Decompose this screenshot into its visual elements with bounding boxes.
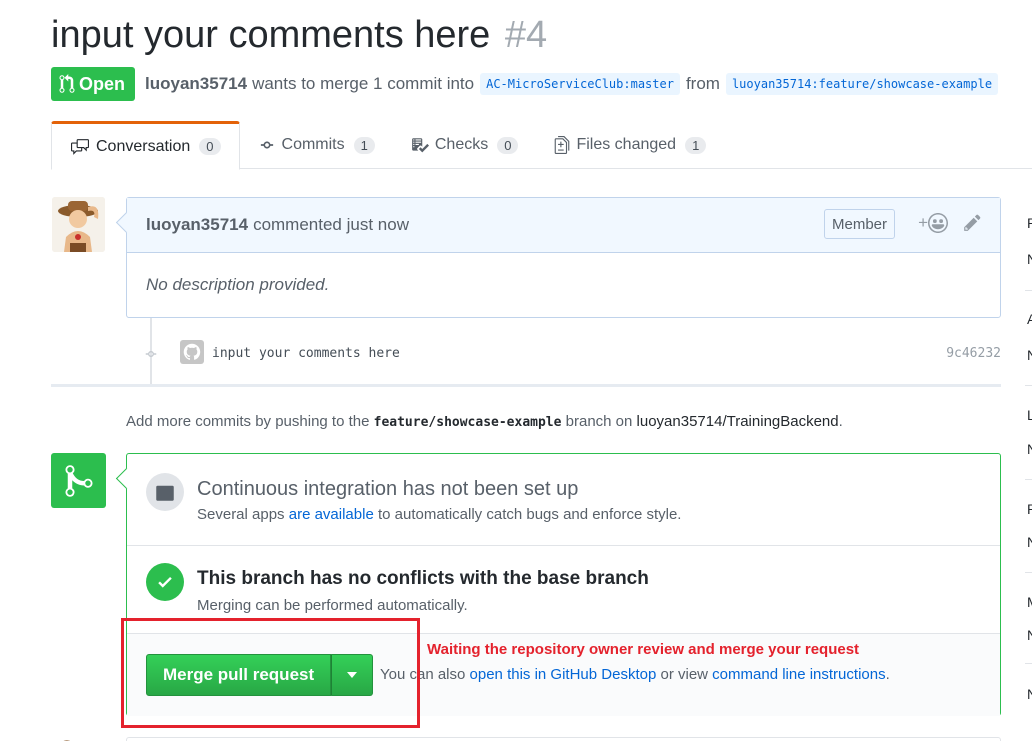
push-note-branch: feature/showcase-example — [373, 415, 562, 430]
member-badge: Member — [823, 209, 895, 239]
check-icon — [158, 576, 172, 588]
next-comment-box — [126, 737, 1001, 741]
sidebar-item: N — [1027, 534, 1032, 550]
head-branch-ref[interactable]: luoyan35714:feature/showcase-example — [725, 73, 999, 95]
base-branch-ref[interactable]: AC-MicroServiceClub:master — [480, 73, 680, 95]
tab-files-changed[interactable]: Files changed 1 — [536, 121, 724, 169]
check-badge — [146, 563, 184, 601]
tab-commits-count: 1 — [353, 136, 375, 154]
command-line-instructions-link[interactable]: command line instructions — [712, 666, 885, 683]
sidebar-item: N — [1027, 347, 1032, 363]
open-in-desktop-link[interactable]: open this in GitHub Desktop — [470, 666, 657, 683]
push-note-prefix: Add more commits by pushing to the — [126, 413, 370, 430]
commit-author-avatar[interactable] — [180, 340, 204, 364]
sidebar-item[interactable]: R — [1027, 215, 1032, 231]
sidebar-divider — [1025, 572, 1032, 573]
sidebar-divider — [1025, 385, 1032, 386]
smiley-icon — [928, 213, 948, 233]
tab-conversation[interactable]: Conversation 0 — [51, 121, 240, 170]
comment-author-link[interactable]: luoyan35714 — [146, 215, 248, 235]
edit-comment-button[interactable] — [963, 213, 982, 237]
sidebar-item[interactable]: M — [1027, 594, 1032, 610]
reaction-plus: + — [918, 213, 928, 232]
apps-available-link[interactable]: are available — [289, 506, 374, 523]
checklist-icon — [411, 138, 429, 153]
pr-tabs: Conversation 0 Commits 1 Checks 0 Files … — [51, 121, 1032, 170]
sidebar-item[interactable]: A — [1027, 311, 1032, 327]
pencil-icon — [964, 214, 981, 231]
tab-checks-count: 0 — [497, 136, 519, 154]
tab-conversation-label: Conversation — [96, 137, 191, 155]
push-note-suffix: . — [838, 413, 843, 430]
ci-badge — [146, 473, 184, 511]
sidebar-divider — [1025, 290, 1032, 291]
tab-conversation-count: 0 — [199, 138, 221, 155]
avatar — [52, 736, 105, 741]
pr-author-link[interactable]: luoyan35714 — [145, 74, 247, 94]
commit-dot-icon — [143, 347, 159, 365]
push-note: Add more commits by pushing to the featu… — [126, 413, 843, 430]
ci-subtitle: Several apps are available to automatica… — [197, 506, 681, 523]
git-pull-request-icon — [59, 74, 75, 93]
sidebar-item[interactable]: L — [1027, 407, 1032, 423]
tab-files-changed-count: 1 — [685, 136, 707, 154]
comment-action: commented just now — [253, 215, 409, 234]
tab-files-changed-label: Files changed — [576, 136, 677, 153]
conflicts-subtitle: Merging can be performed automatically. — [197, 597, 468, 614]
pr-number: #4 — [504, 14, 548, 56]
ci-section: Continuous integration has not been set … — [127, 454, 1000, 546]
add-reaction-button[interactable]: + — [918, 213, 948, 233]
from-text: from — [685, 74, 720, 93]
sidebar-item[interactable]: P — [1027, 501, 1032, 517]
sidebar-item: N — [1027, 251, 1032, 267]
tab-checks[interactable]: Checks 0 — [393, 121, 537, 169]
user-avatar-image — [52, 197, 105, 252]
sidebar-divider — [1025, 663, 1032, 664]
pr-meta: Open luoyan35714 wants to merge 1 commit… — [51, 67, 1004, 101]
merge-alternatives: You can also open this in GitHub Desktop… — [380, 666, 890, 683]
git-merge-icon — [51, 453, 106, 508]
ci-title: Continuous integration has not been set … — [197, 478, 579, 500]
merge-text: wants to merge 1 commit into — [252, 74, 475, 93]
comment-header: luoyan35714 commented just now Member + — [127, 198, 1000, 253]
annotation-text: Waiting the repository owner review and … — [427, 641, 860, 658]
sidebar-divider — [1025, 479, 1032, 480]
pr-sidebar: R N A N L N P N M N N — [1025, 205, 1032, 741]
pr-title-text: input your comments here — [51, 14, 491, 56]
push-note-middle: branch on — [565, 413, 633, 430]
ci-server-icon — [156, 485, 174, 501]
ci-sub-suffix: to automatically catch bugs and enforce … — [377, 506, 682, 523]
comment-body: No description provided. — [146, 275, 330, 294]
status-badge: Open — [51, 67, 136, 101]
sidebar-item: N — [1027, 441, 1032, 457]
tab-commits-label: Commits — [281, 136, 345, 153]
alt-suffix: . — [885, 666, 890, 683]
push-note-repo[interactable]: luoyan35714/TrainingBackend — [637, 413, 839, 430]
git-commit-icon — [260, 141, 273, 149]
annotation-highlight-box — [121, 618, 420, 728]
tab-commits[interactable]: Commits 1 — [240, 121, 393, 169]
pr-title: input your comments here #4 — [51, 14, 547, 57]
commit-sha-link[interactable]: 9c46232 — [946, 346, 1001, 361]
sidebar-item[interactable]: N — [1027, 686, 1032, 702]
commit-message-link[interactable]: input your comments here — [212, 346, 400, 361]
pr-comment: luoyan35714 commented just now Member + … — [126, 197, 1001, 318]
file-diff-icon — [555, 136, 570, 154]
alt-middle: or view — [660, 666, 708, 683]
comment-discussion-icon — [71, 138, 89, 155]
avatar[interactable] — [52, 197, 105, 252]
tab-checks-label: Checks — [434, 136, 489, 153]
timeline-divider — [51, 384, 1001, 387]
github-mark-icon — [183, 343, 201, 360]
status-label: Open — [79, 73, 126, 94]
sidebar-item: N — [1027, 627, 1032, 643]
ci-sub-prefix: Several apps — [197, 506, 285, 523]
conflicts-title: This branch has no conflicts with the ba… — [197, 568, 649, 589]
